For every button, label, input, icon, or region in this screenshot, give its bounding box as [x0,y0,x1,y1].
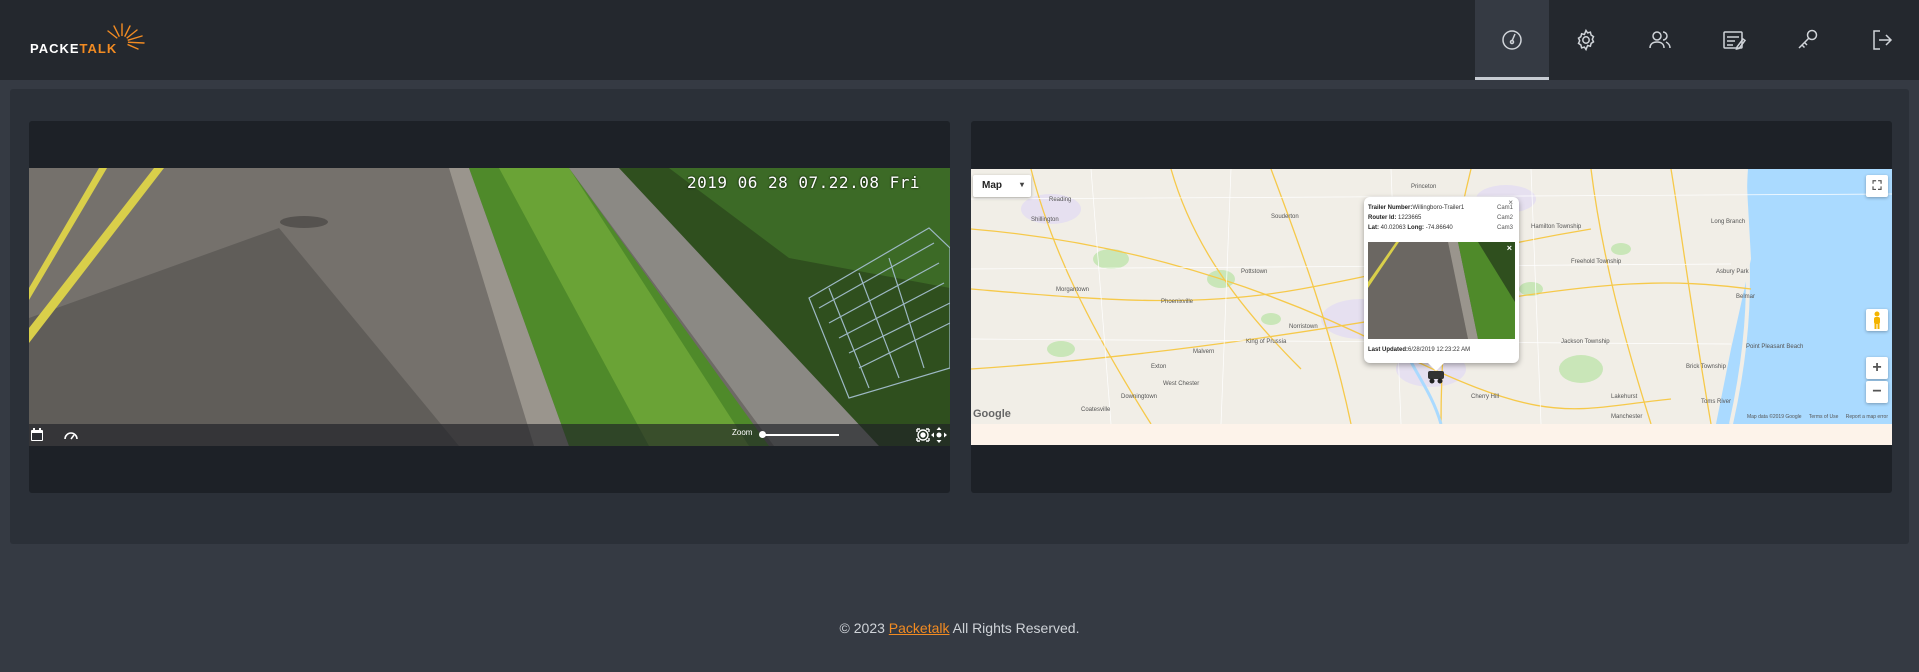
packetalk-link[interactable]: Packetalk [889,620,950,636]
town-label: Asbury Park [1716,269,1749,275]
last-updated: Last Updated:6/28/2019 12:23:22 AM [1368,347,1471,353]
camera-timestamp: 2019 06 28 07.22.08 Fri [686,173,920,192]
zoom-slider[interactable] [761,434,839,436]
town-label: Exton [1151,364,1167,370]
key-icon [1798,29,1818,49]
town-label: Morgantown [1056,287,1090,293]
brand-wordmark: PACKETALK [30,41,118,56]
thumbnail-close-button[interactable]: × [1507,243,1512,253]
google-logo: Google [973,408,1011,420]
town-label: Jackson Township [1561,339,1610,345]
town-label: Freehold Township [1571,259,1622,265]
camera-feed[interactable]: 2019 06 28 07.22.08 Fri Zoom [29,168,950,446]
nav-settings[interactable] [1549,0,1623,80]
town-label: Reading [1049,197,1072,203]
camera-controls: Zoom [29,424,950,446]
camera-image [29,168,950,446]
town-label: Shillington [1031,217,1059,223]
trailer-marker-icon[interactable] [1426,369,1446,385]
town-label: King of Prussia [1246,339,1287,345]
map-type-label: Map [982,180,1002,191]
map-panel: Reading Shillington Pottstown Souderton … [971,121,1892,493]
town-label: Brick Township [1686,364,1726,370]
thumbnail-image [1368,242,1515,339]
nav-dashboard[interactable] [1475,0,1549,80]
map-zoom-out-button[interactable]: − [1866,381,1888,403]
trailer-number-row: Trailer Number:Willingboro-Trailer1 Cam1 [1368,205,1513,211]
terms-link[interactable]: Terms of Use [1809,414,1838,420]
gear-icon [1577,28,1595,52]
plus-icon: + [1872,359,1882,376]
trailer-map[interactable]: Reading Shillington Pottstown Souderton … [971,169,1892,445]
ptz-control-icon[interactable] [931,427,947,443]
town-label: Phoenixville [1161,299,1194,305]
town-label: Souderton [1271,214,1299,220]
fullscreen-button[interactable]: ⛶ [1866,175,1888,197]
nav-logout[interactable] [1845,0,1919,80]
logout-icon [1873,30,1893,50]
router-id: 1223665 [1398,215,1422,221]
town-label: Long Branch [1711,219,1746,225]
trailer-info-window: × Trailer Number:Willingboro-Trailer1 Ca… [1364,197,1519,371]
map-type-selector[interactable]: Map ▾ [973,175,1031,197]
speedometer-icon[interactable] [63,427,79,443]
camera-link[interactable]: Cam1 [1497,205,1513,211]
pegman-icon [1874,311,1880,329]
zoom-label: Zoom [732,428,753,437]
town-label: Malvern [1193,349,1215,355]
minus-icon: − [1872,383,1882,400]
town-label: Cherry Hill [1471,394,1500,400]
town-label: Manchester [1611,414,1643,420]
users-icon [1649,31,1671,49]
town-label: West Chester [1163,381,1200,387]
town-label: Coatesville [1081,407,1111,413]
town-label: Belmar [1736,294,1756,300]
trailer-camera-thumbnail[interactable]: × [1368,242,1515,339]
map-zoom-in-button[interactable]: + [1866,357,1888,379]
nav-keys[interactable] [1771,0,1845,80]
zoom-slider-handle[interactable] [759,431,766,438]
latitude: 40.02063 [1380,225,1406,231]
town-label: Princeton [1411,184,1437,190]
brand-logo[interactable]: PACKETALK [30,22,145,56]
camera-link[interactable]: Cam2 [1497,215,1513,221]
top-bar: PACKETALK [0,0,1919,80]
rights-text: All Rights Reserved. [952,620,1080,636]
longitude: -74.86640 [1425,225,1453,231]
coordinates-row: Lat: 40.02063 Long: -74.86640 Cam3 [1368,225,1513,231]
town-label: Hamilton Township [1531,224,1582,230]
town-label: Toms River [1701,399,1732,405]
town-label: Point Pleasant Beach [1746,344,1804,350]
calendar-icon[interactable] [29,427,45,443]
town-label: Lakehurst [1611,394,1638,400]
report-error-link[interactable]: Report a map error [1846,414,1888,420]
router-id-row: Router Id: 1223665 Cam2 [1368,215,1513,221]
camera-link[interactable]: Cam3 [1497,225,1513,231]
copyright-text: © 2023 [839,620,885,636]
dashboard-icon [1502,30,1522,50]
camera-panel: 2019 06 28 07.22.08 Fri Zoom [29,121,950,493]
snapshot-icon[interactable] [915,427,931,443]
town-label: Downingtown [1121,394,1158,400]
map-type-arrow: ▾ [1019,180,1024,189]
fullscreen-icon: ⛶ [1872,178,1882,193]
street-view-button[interactable] [1866,309,1888,331]
nav-reports[interactable] [1697,0,1771,80]
trailer-number: Willingboro-Trailer1 [1412,205,1465,211]
town-label: Pottstown [1241,269,1268,275]
nav-users[interactable] [1623,0,1697,80]
town-label: Norristown [1289,324,1318,330]
top-nav [1475,0,1919,80]
map-credits: Map data ©2019 Google Terms of Use Repor… [1746,414,1888,420]
map-footer-strip [971,424,1892,445]
notes-icon [1723,31,1746,50]
page-footer: © 2023 Packetalk All Rights Reserved. [0,620,1919,636]
dashboard-content: 2019 06 28 07.22.08 Fri Zoom Reading Shi… [10,89,1909,544]
